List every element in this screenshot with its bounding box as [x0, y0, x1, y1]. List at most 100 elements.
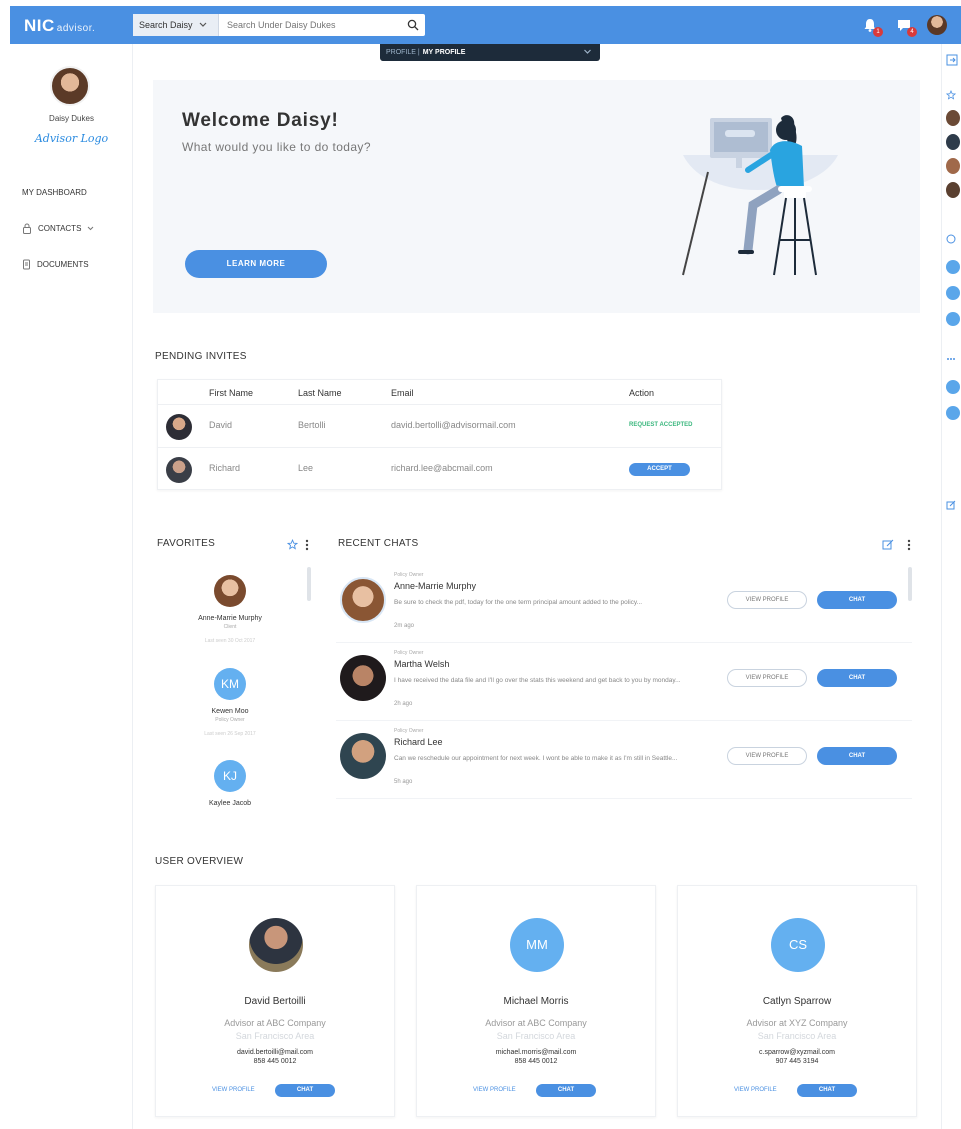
edit-icon[interactable]: [946, 500, 956, 510]
avatar: [166, 457, 192, 483]
chat-timestamp: 2m ago: [394, 623, 415, 629]
pending-invites-title: PENDING INVITES: [155, 351, 247, 362]
chat-contact-avatar[interactable]: [946, 286, 960, 300]
welcome-banner: Welcome Daisy! What would you like to do…: [153, 80, 920, 313]
breadcrumb-current: MY PROFILE: [422, 49, 466, 56]
more-vertical-icon[interactable]: [907, 539, 911, 551]
favorite-last-seen: Last seen 30 Oct 2017: [204, 638, 256, 644]
favorite-contact-avatar[interactable]: [946, 182, 960, 198]
brand-logo[interactable]: NIC advisor.: [24, 16, 95, 36]
sidebar-item-contacts[interactable]: CONTACTS: [22, 210, 94, 246]
chat-button[interactable]: CHAT: [797, 1084, 857, 1097]
more-horizontal-icon[interactable]: [946, 356, 956, 362]
chat-list-item[interactable]: Policy Owner Richard Lee Can we reschedu…: [336, 721, 912, 799]
notifications-badge: 1: [873, 27, 883, 37]
recent-chats-header: RECENT CHATS: [338, 538, 916, 554]
user-email: michael.morris@mail.com: [495, 1049, 577, 1056]
search-bar: Search Daisy: [133, 14, 425, 36]
user-overview-card: David Bertoilli Advisor at ABC Company S…: [155, 885, 395, 1117]
learn-more-button[interactable]: LEARN MORE: [185, 250, 327, 278]
column-header: Last Name: [298, 388, 342, 398]
user-email: david.bertoilli@mail.com: [237, 1049, 313, 1056]
avatar: KM: [214, 668, 246, 700]
chat-contact-avatar[interactable]: [946, 260, 960, 274]
chat-button[interactable]: CHAT: [536, 1084, 596, 1097]
avatar: CS: [771, 918, 825, 972]
accept-button[interactable]: ACCEPT: [629, 463, 690, 476]
chat-button[interactable]: CHAT: [817, 747, 897, 765]
view-profile-button[interactable]: VIEW PROFILE: [727, 669, 807, 687]
favorite-contact-avatar[interactable]: [946, 158, 960, 174]
chat-list-item[interactable]: Policy Owner Martha Welsh I have receive…: [336, 643, 912, 721]
search-scope-dropdown[interactable]: Search Daisy: [133, 14, 219, 36]
more-vertical-icon[interactable]: [305, 539, 309, 551]
messages-chat-icon[interactable]: 4: [893, 14, 917, 37]
chat-list-item[interactable]: Policy Owner Anne-Marrie Murphy Be sure …: [336, 565, 912, 643]
header-actions: 1 4: [859, 14, 947, 37]
chat-contact-avatar[interactable]: [946, 312, 960, 326]
favorites-title: FAVORITES: [157, 538, 216, 549]
favorite-contact-avatar[interactable]: [946, 134, 960, 150]
cell-first-name: Richard: [209, 463, 241, 473]
recent-chats-scrollbar[interactable]: [908, 567, 912, 601]
chat-bubble-icon[interactable]: [946, 234, 956, 244]
right-quick-rail: [941, 44, 961, 1129]
avatar: KJ: [214, 760, 246, 792]
user-role: Advisor at ABC Company: [485, 1018, 587, 1028]
favorite-name: Kaylee Jacob: [208, 800, 252, 807]
breadcrumb-prefix: PROFILE |: [386, 49, 420, 56]
star-icon[interactable]: [287, 539, 298, 550]
favorites-list: Anne-Marrie Murphy Client Last seen 30 O…: [155, 565, 315, 810]
sidebar-item-dashboard[interactable]: MY DASHBOARD: [22, 174, 94, 210]
user-name: David Bertoilli: [244, 996, 306, 1007]
sidebar-item-label: MY DASHBOARD: [22, 187, 87, 197]
favorite-card[interactable]: KJ Kaylee Jacob: [155, 760, 305, 807]
view-profile-button[interactable]: VIEW PROFILE: [727, 747, 807, 765]
user-location: San Francisco Area: [496, 1031, 576, 1041]
pending-invites-table: First Name Last Name Email Action David …: [157, 379, 722, 490]
view-profile-button[interactable]: VIEW PROFILE: [727, 591, 807, 609]
favorite-card[interactable]: KM Kewen Moo Policy Owner Last seen 26 S…: [155, 668, 305, 737]
favorite-name: Anne-Marrie Murphy: [198, 615, 262, 622]
search-input[interactable]: [219, 14, 401, 36]
top-navigation-bar: NICadvisor. Search Daisy 1 4: [10, 6, 961, 44]
chat-button[interactable]: CHAT: [275, 1084, 335, 1097]
group-avatar[interactable]: [946, 406, 960, 420]
chat-contact-name: Anne-Marrie Murphy: [394, 581, 477, 591]
user-avatar[interactable]: [927, 15, 947, 35]
cell-last-name: Lee: [298, 463, 314, 473]
brand-logo-text: NIC: [24, 16, 55, 35]
search-icon[interactable]: [401, 14, 425, 36]
advisor-logo-signature: Advisor Logo: [34, 132, 109, 145]
table-row: David Bertolli david.bertolli@advisormai…: [158, 405, 721, 448]
user-overview-card: MM Michael Morris Advisor at ABC Company…: [416, 885, 656, 1117]
cell-first-name: David: [209, 420, 233, 430]
view-profile-link[interactable]: VIEW PROFILE: [734, 1087, 777, 1093]
left-sidebar: Daisy Dukes Advisor Logo MY DASHBOARD CO…: [10, 44, 133, 1129]
favorite-contact-avatar[interactable]: [946, 110, 960, 126]
collapse-panel-icon[interactable]: [946, 54, 958, 66]
chat-button[interactable]: CHAT: [817, 591, 897, 609]
chevron-down-icon: [88, 226, 94, 230]
favorites-scrollbar[interactable]: [307, 567, 311, 601]
sidebar-item-documents[interactable]: DOCUMENTS: [22, 246, 94, 282]
profile-breadcrumb-dropdown[interactable]: PROFILE | MY PROFILE: [380, 44, 600, 61]
user-overview-card: CS Catlyn Sparrow Advisor at XYZ Company…: [677, 885, 917, 1117]
compose-icon[interactable]: [882, 539, 894, 551]
table-row: Richard Lee richard.lee@abcmail.com ACCE…: [158, 448, 721, 491]
column-header: Action: [629, 388, 655, 398]
chat-button[interactable]: CHAT: [817, 669, 897, 687]
view-profile-link[interactable]: VIEW PROFILE: [473, 1087, 516, 1093]
user-phone: 907 445 3194: [775, 1058, 819, 1065]
notifications-bell-icon[interactable]: 1: [859, 14, 883, 37]
user-name: Catlyn Sparrow: [762, 996, 832, 1007]
view-profile-link[interactable]: VIEW PROFILE: [212, 1087, 255, 1093]
user-overview-title: USER OVERVIEW: [155, 856, 244, 867]
favorite-card[interactable]: Anne-Marrie Murphy Client Last seen 30 O…: [155, 575, 305, 644]
profile-avatar[interactable]: [50, 66, 90, 106]
avatar: [166, 414, 192, 440]
lock-icon: [23, 223, 31, 234]
avatar: [249, 918, 303, 972]
group-avatar[interactable]: [946, 380, 960, 394]
star-icon[interactable]: [946, 90, 956, 100]
